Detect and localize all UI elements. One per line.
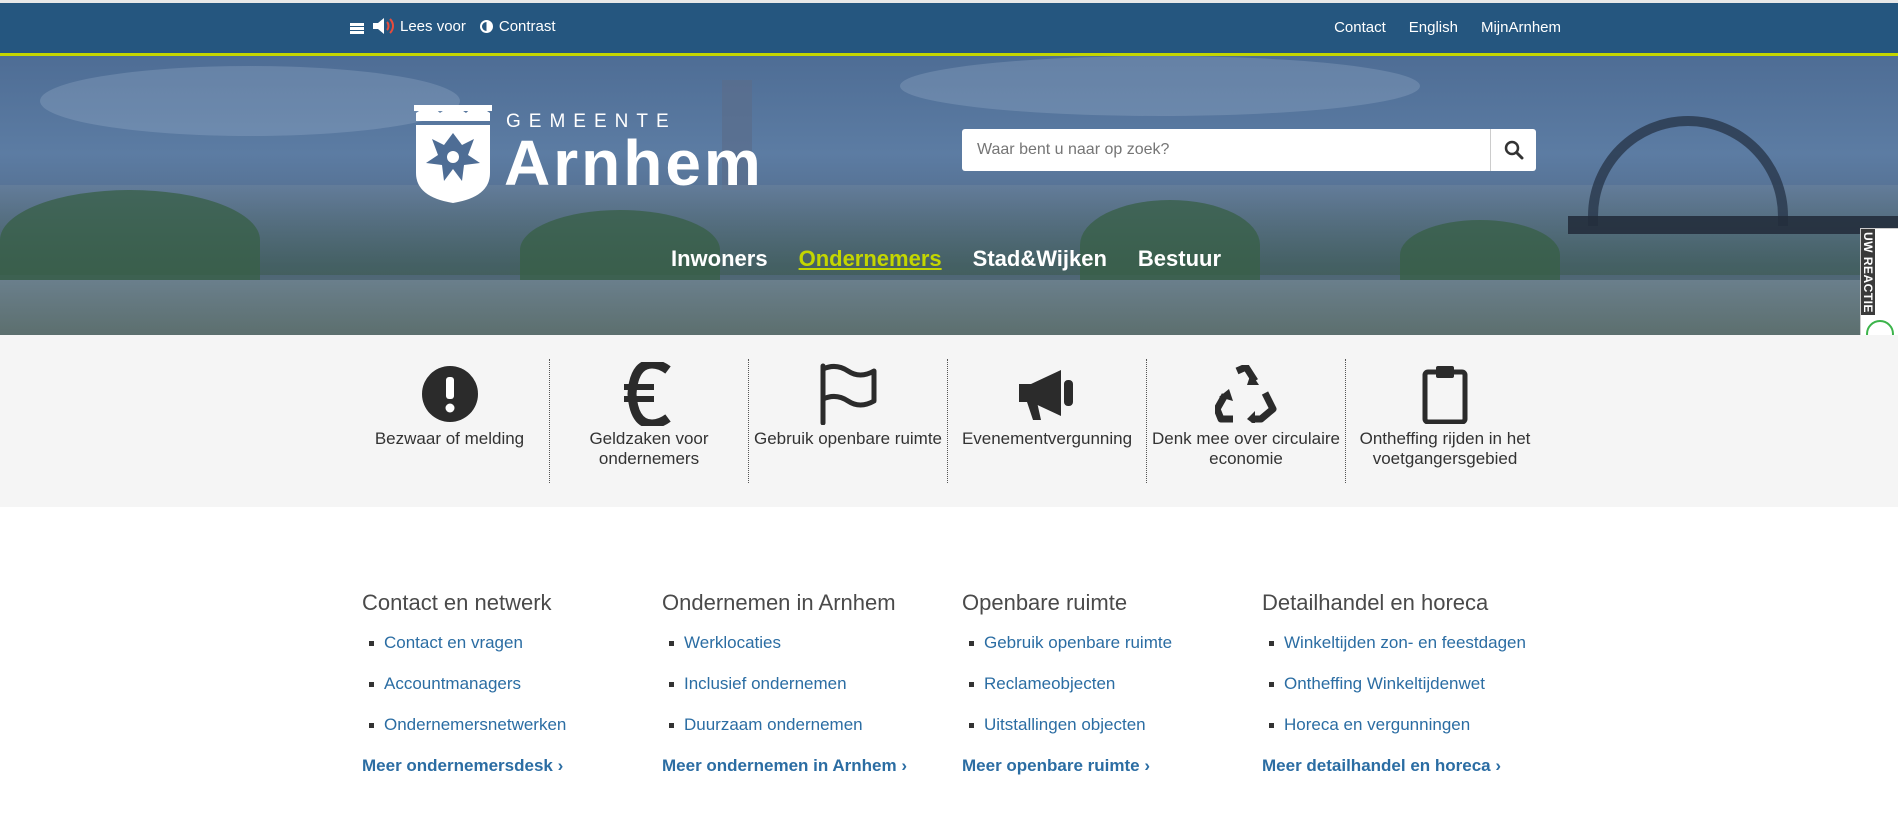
background-cloud xyxy=(900,56,1420,116)
main-navigation: Inwoners Ondernemers Stad&Wijken Bestuur xyxy=(671,246,1221,272)
list-item: Gebruik openbare ruimte xyxy=(962,633,1242,674)
list-item: Reclameobjecten xyxy=(962,674,1242,715)
column-title: Openbare ruimte xyxy=(962,590,1128,615)
hero-banner: GEMEENTE Arnhem Inwoners Ondernemers Sta… xyxy=(0,56,1898,335)
column-link[interactable]: Inclusief ondernemen xyxy=(684,674,847,693)
english-link[interactable]: English xyxy=(1409,19,1458,36)
list-item: Inclusief ondernemen xyxy=(662,674,942,715)
list-item: Ontheffing Winkeltijdenwet xyxy=(1262,674,1542,715)
more-link-label: Meer detailhandel en horeca xyxy=(1262,756,1491,775)
task-label: Evenementvergunning xyxy=(961,429,1133,448)
chevron-right-icon: › xyxy=(1495,756,1502,775)
column-title: Contact en netwerk xyxy=(362,590,552,615)
nav-stad-wijken[interactable]: Stad&Wijken xyxy=(973,246,1107,272)
column-title: Detailhandel en horeca xyxy=(1262,590,1489,615)
list-item: Ondernemersnetwerken xyxy=(362,715,642,756)
mijnarnhem-link[interactable]: MijnArnhem xyxy=(1481,19,1561,36)
column-link[interactable]: Gebruik openbare ruimte xyxy=(984,633,1172,652)
list-item: Accountmanagers xyxy=(362,674,642,715)
more-link[interactable]: Meer ondernemersdesk › xyxy=(362,756,563,776)
task-bezwaar[interactable]: Bezwaar of melding xyxy=(350,359,549,483)
column-link[interactable]: Winkeltijden zon- en feestdagen xyxy=(1284,633,1526,652)
search-bar xyxy=(962,129,1536,171)
task-label: Gebruik openbare ruimte xyxy=(753,429,943,448)
chevron-right-icon: › xyxy=(557,756,564,775)
arnhem-crest-icon xyxy=(414,105,492,203)
logo-city-name: Arnhem xyxy=(504,127,764,199)
list-item: Contact en vragen xyxy=(362,633,642,674)
read-aloud-label: Lees voor xyxy=(400,17,466,35)
more-link-label: Meer ondernemen in Arnhem xyxy=(662,756,897,775)
top-utility-bar: Lees voor Contrast Contact English MijnA… xyxy=(0,0,1898,59)
background-cloud xyxy=(40,66,460,136)
list-item: Horeca en vergunningen xyxy=(1262,715,1542,756)
task-circulaire-economie[interactable]: Denk mee over circulaire economie xyxy=(1146,359,1345,483)
column-link[interactable]: Uitstallingen objecten xyxy=(984,715,1146,734)
quick-tasks: Bezwaar of melding Geldzaken voor ondern… xyxy=(0,335,1898,507)
background-bridge xyxy=(1588,116,1788,226)
more-link[interactable]: Meer detailhandel en horeca › xyxy=(1262,756,1501,776)
list-item: Uitstallingen objecten xyxy=(962,715,1242,756)
feedback-label[interactable]: UW REACTIE xyxy=(1861,229,1875,315)
column-contact-netwerk: Contact en netwerk Contact en vragen Acc… xyxy=(362,590,642,776)
column-ondernemen-arnhem: Ondernemen in Arnhem Werklocaties Inclus… xyxy=(662,590,942,776)
search-icon xyxy=(1504,140,1523,160)
search-input[interactable] xyxy=(962,129,1490,171)
task-label: Geldzaken voor ondernemers xyxy=(589,429,709,468)
recycle-icon xyxy=(1215,365,1277,423)
utility-links: Contact English MijnArnhem xyxy=(1334,19,1561,36)
column-link[interactable]: Ondernemersnetwerken xyxy=(384,715,566,734)
more-link[interactable]: Meer openbare ruimte › xyxy=(962,756,1150,776)
nav-bestuur[interactable]: Bestuur xyxy=(1138,246,1221,272)
accessibility-tools: Lees voor Contrast xyxy=(350,17,570,35)
more-link-label: Meer ondernemersdesk xyxy=(362,756,553,775)
column-openbare-ruimte: Openbare ruimte Gebruik openbare ruimte … xyxy=(962,590,1242,776)
nav-inwoners[interactable]: Inwoners xyxy=(671,246,768,272)
column-link[interactable]: Contact en vragen xyxy=(384,633,523,652)
column-title: Ondernemen in Arnhem xyxy=(662,590,896,615)
megaphone-icon xyxy=(1019,370,1073,420)
background-bridge-deck xyxy=(1568,216,1898,234)
background-river xyxy=(0,280,1898,335)
background-trees xyxy=(1080,200,1260,290)
more-link-label: Meer openbare ruimte xyxy=(962,756,1140,775)
column-detailhandel-horeca: Detailhandel en horeca Winkeltijden zon-… xyxy=(1262,590,1542,776)
contrast-label: Contrast xyxy=(498,17,556,35)
list-item: Werklocaties xyxy=(662,633,942,674)
task-geldzaken[interactable]: Geldzaken voor ondernemers xyxy=(549,359,748,483)
speaker-icon xyxy=(373,18,394,34)
clipboard-icon xyxy=(1422,366,1468,424)
task-label: Ontheffing rijden in het voetgangersgebi… xyxy=(1359,429,1531,468)
task-ontheffing-voetgangersgebied[interactable]: Ontheffing rijden in het voetgangersgebi… xyxy=(1345,359,1544,483)
contact-link[interactable]: Contact xyxy=(1334,19,1386,36)
column-link[interactable]: Reclameobjecten xyxy=(984,674,1115,693)
column-link[interactable]: Werklocaties xyxy=(684,633,781,652)
exclamation-circle-icon xyxy=(421,366,478,422)
search-button[interactable] xyxy=(1490,129,1536,171)
task-label: Bezwaar of melding xyxy=(374,429,525,448)
column-link[interactable]: Duurzaam ondernemen xyxy=(684,715,863,734)
nav-ondernemers[interactable]: Ondernemers xyxy=(799,246,942,272)
flag-icon xyxy=(820,363,877,425)
column-link[interactable]: Horeca en vergunningen xyxy=(1284,715,1470,734)
task-label: Denk mee over circulaire economie xyxy=(1151,429,1340,468)
site-logo[interactable]: GEMEENTE Arnhem xyxy=(410,103,764,203)
contrast-button[interactable]: Contrast xyxy=(479,17,556,35)
menu-icon[interactable] xyxy=(350,22,364,34)
list-item: Duurzaam ondernemen xyxy=(662,715,942,756)
list-item: Winkeltijden zon- en feestdagen xyxy=(1262,633,1542,674)
euro-icon xyxy=(624,362,671,426)
chevron-right-icon: › xyxy=(1144,756,1151,775)
chevron-right-icon: › xyxy=(901,756,907,775)
background-trees xyxy=(0,190,260,290)
column-link[interactable]: Accountmanagers xyxy=(384,674,521,693)
more-link[interactable]: Meer ondernemen in Arnhem › xyxy=(662,756,907,776)
contrast-icon xyxy=(479,19,493,33)
column-link[interactable]: Ontheffing Winkeltijdenwet xyxy=(1284,674,1485,693)
task-openbare-ruimte[interactable]: Gebruik openbare ruimte xyxy=(748,359,947,483)
task-evenementvergunning[interactable]: Evenementvergunning xyxy=(947,359,1146,483)
read-aloud-button[interactable]: Lees voor xyxy=(372,17,466,35)
